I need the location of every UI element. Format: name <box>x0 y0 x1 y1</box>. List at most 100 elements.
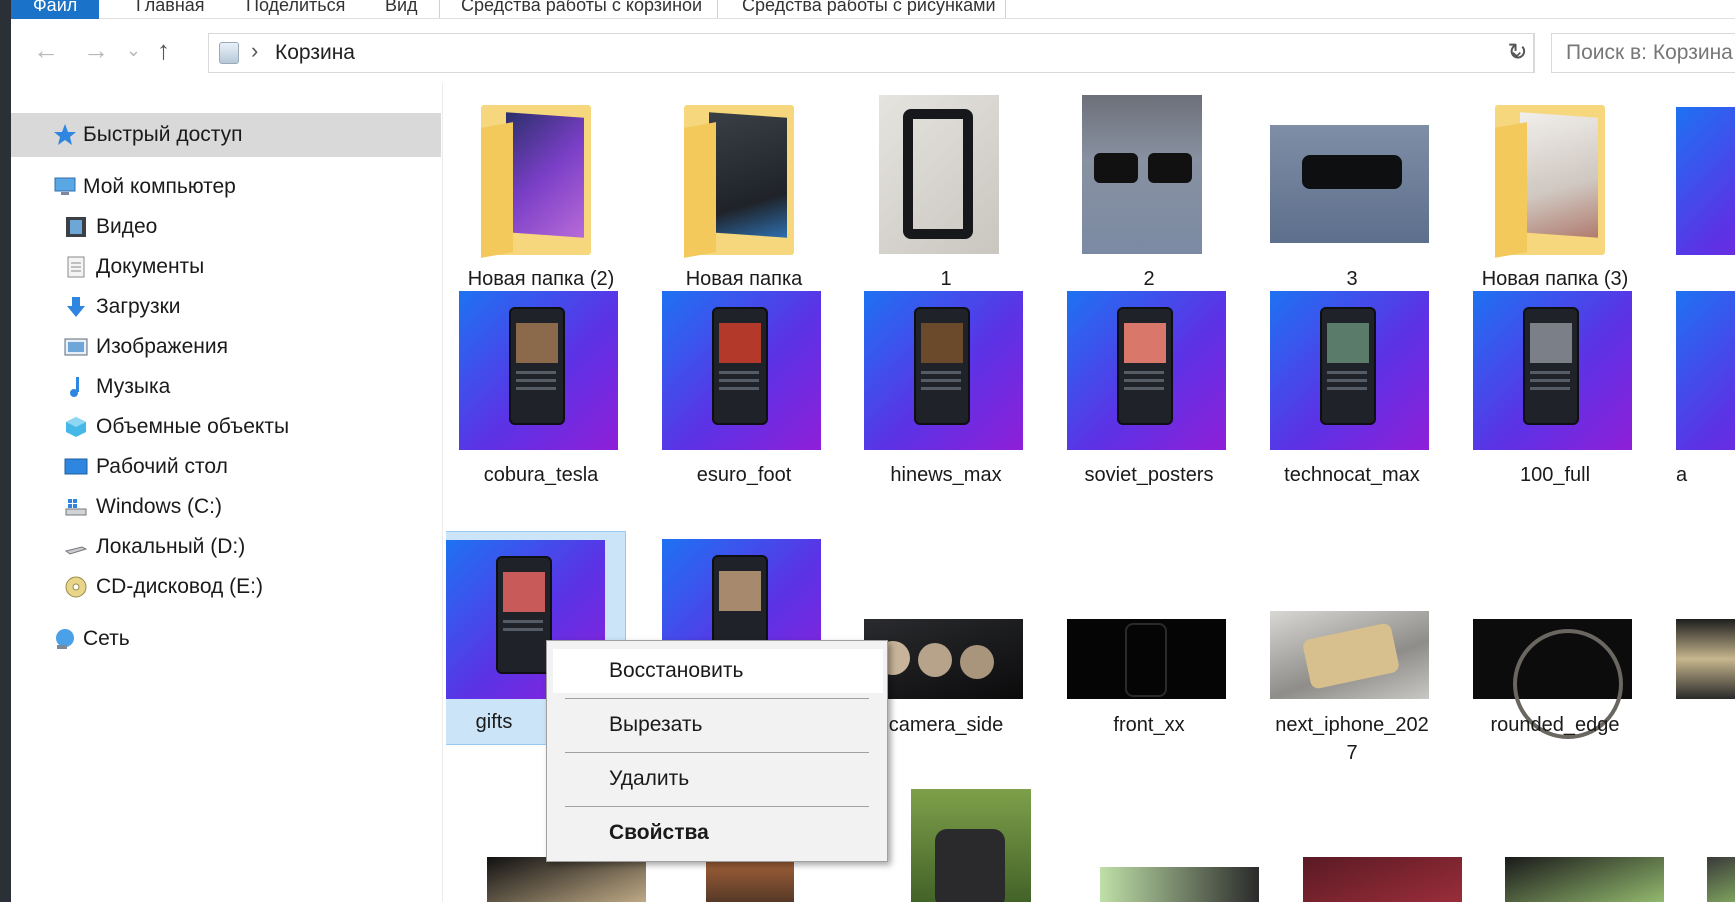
image-thumbnail[interactable] <box>1100 867 1259 902</box>
folder-icon <box>481 105 591 258</box>
image-thumbnail <box>1270 125 1429 243</box>
menu-item-cut[interactable]: Вырезать <box>553 703 883 747</box>
file-tile[interactable]: next_iphone_202 7 <box>1257 531 1447 764</box>
tab-picture-tools[interactable]: Средства работы с рисунками <box>742 0 996 19</box>
breadcrumb[interactable]: Корзина <box>275 41 355 65</box>
image-thumbnail <box>1676 619 1735 699</box>
nav-item-quick-access[interactable]: Быстрый доступ <box>11 113 441 157</box>
nav-item-cd-drive[interactable]: CD-дисковод (E:) <box>11 565 441 609</box>
file-name: next_iphone_202 7 <box>1275 714 1429 764</box>
nav-item-label: Видео <box>96 215 158 238</box>
file-tile[interactable]: app <box>1663 85 1735 285</box>
tab-separator <box>717 0 718 18</box>
image-thumbnail <box>1270 291 1429 450</box>
forward-arrow-icon[interactable]: → <box>83 35 109 65</box>
file-tile[interactable]: 100_full <box>1460 281 1650 486</box>
downloads-icon <box>67 297 85 317</box>
context-menu: Восстановить Вырезать Удалить Свойства <box>546 640 888 862</box>
nav-item-desktop[interactable]: Рабочий стол <box>11 445 441 489</box>
file-tile[interactable]: Новая папка (3) <box>1460 85 1650 290</box>
nav-item-drive-c[interactable]: Windows (C:) <box>11 485 441 529</box>
nav-item-music[interactable]: Музыка <box>11 365 441 409</box>
file-name: technocat_max <box>1284 464 1420 486</box>
image-thumbnail[interactable] <box>487 857 646 902</box>
menu-item-delete[interactable]: Удалить <box>553 757 883 801</box>
image-thumbnail <box>459 291 618 450</box>
network-icon <box>56 629 74 649</box>
tab-file[interactable]: Файл <box>11 0 100 19</box>
pictures-icon <box>64 338 88 356</box>
file-tile[interactable]: front_xx <box>1054 531 1244 736</box>
file-tile[interactable]: 2 <box>1054 85 1244 290</box>
tab-view[interactable]: Вид <box>385 0 418 19</box>
file-tile[interactable]: soviet_posters <box>1054 281 1244 486</box>
nav-item-label: Windows (C:) <box>96 495 223 518</box>
image-thumbnail <box>1473 619 1632 739</box>
image-thumbnail <box>1676 107 1735 255</box>
menu-item-label: Свойства <box>609 821 709 844</box>
image-thumbnail <box>1082 95 1202 254</box>
computer-icon <box>54 177 76 195</box>
file-tile[interactable]: a <box>1663 281 1735 486</box>
image-thumbnail <box>1067 619 1226 699</box>
documents-icon <box>67 256 85 278</box>
navigation-pane: Быстрый доступ Мой компьютер Видео Докум… <box>11 83 446 902</box>
image-thumbnail <box>1676 291 1735 450</box>
recent-locations-icon[interactable]: ⌄ <box>126 35 141 65</box>
nav-item-label: Музыка <box>96 375 171 398</box>
file-tile[interactable]: esuro_foot <box>649 281 839 486</box>
file-name: front_xx <box>1113 714 1185 736</box>
desktop-icon <box>64 458 88 475</box>
nav-item-drive-d[interactable]: Локальный (D:) <box>11 525 441 569</box>
nav-item-label: Рабочий стол <box>96 455 228 478</box>
up-arrow-icon[interactable]: ↑ <box>157 35 170 65</box>
file-tile[interactable]: technocat_max <box>1257 281 1447 486</box>
file-tile[interactable] <box>1663 531 1735 731</box>
nav-item-video[interactable]: Видео <box>11 205 441 249</box>
nav-item-label: Загрузки <box>96 295 181 318</box>
nav-item-documents[interactable]: Документы <box>11 245 441 289</box>
nav-item-3d-objects[interactable]: Объемные объекты <box>11 405 441 449</box>
file-tile[interactable]: 3 <box>1257 85 1447 290</box>
file-tile[interactable]: rounded_edge <box>1460 531 1650 739</box>
star-icon <box>54 124 76 145</box>
image-thumbnail[interactable] <box>911 789 1031 902</box>
file-tile[interactable]: hinews_max <box>851 281 1041 486</box>
menu-separator <box>565 806 869 807</box>
image-thumbnail <box>864 291 1023 450</box>
address-bar[interactable]: › Корзина ⌄ <box>208 33 1534 73</box>
image-thumbnail[interactable] <box>1303 857 1462 902</box>
search-input[interactable]: Поиск в: Корзина <box>1551 33 1735 73</box>
tab-share[interactable]: Поделиться <box>246 0 345 19</box>
music-icon <box>70 377 79 397</box>
back-arrow-icon[interactable]: ← <box>33 35 59 65</box>
image-thumbnail[interactable] <box>1505 857 1664 902</box>
file-tile[interactable]: Новая папка (2) <box>446 85 636 290</box>
image-thumbnail <box>1270 611 1429 699</box>
folder-icon <box>1495 105 1605 258</box>
tab-separator <box>439 0 440 18</box>
3d-objects-icon <box>66 417 86 437</box>
nav-item-network[interactable]: Сеть <box>11 617 441 661</box>
file-tile[interactable]: Новая папка <box>649 85 839 290</box>
menu-item-label: Удалить <box>609 767 690 790</box>
tab-recycle-tools[interactable]: Средства работы с корзиной <box>461 0 702 19</box>
file-tile[interactable]: cobura_tesla <box>446 281 636 486</box>
file-name: esuro_foot <box>696 464 792 486</box>
refresh-button[interactable]: ↻ <box>1501 33 1535 73</box>
breadcrumb-chevron-icon[interactable]: › <box>251 38 258 64</box>
tab-home[interactable]: Главная <box>136 0 205 19</box>
image-thumbnail[interactable] <box>706 857 794 902</box>
cd-drive-icon <box>65 576 87 598</box>
file-name: a <box>1676 464 1688 486</box>
video-icon <box>66 217 86 237</box>
image-thumbnail <box>1473 291 1632 450</box>
image-thumbnail[interactable] <box>1707 857 1735 902</box>
nav-item-label: Сеть <box>83 627 130 650</box>
menu-item-properties[interactable]: Свойства <box>553 811 883 855</box>
file-tile[interactable]: 1 <box>851 85 1041 290</box>
nav-item-downloads[interactable]: Загрузки <box>11 285 441 329</box>
nav-item-this-pc[interactable]: Мой компьютер <box>11 165 441 209</box>
menu-item-restore[interactable]: Восстановить <box>553 649 883 693</box>
nav-item-pictures[interactable]: Изображения <box>11 325 441 369</box>
